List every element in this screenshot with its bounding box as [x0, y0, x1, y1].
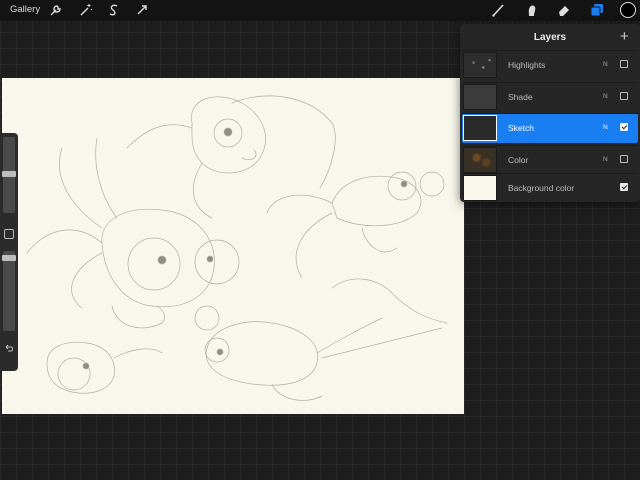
layer-name: Shade	[508, 92, 533, 102]
layer-row-sketch[interactable]: Sketch N	[462, 113, 638, 143]
layer-name: Color	[508, 155, 529, 165]
blend-mode[interactable]: N	[603, 93, 608, 100]
left-sidebar	[0, 133, 18, 371]
layers-icon[interactable]	[589, 2, 605, 18]
layer-name: Sketch	[508, 123, 534, 133]
layer-name: Highlights	[508, 60, 546, 70]
layer-name: Background color	[508, 183, 575, 193]
drawing-canvas[interactable]	[2, 78, 464, 414]
blend-mode[interactable]: N	[603, 156, 608, 163]
brush-icon[interactable]	[490, 2, 506, 18]
top-toolbar: Gallery	[0, 0, 640, 21]
color-swatch[interactable]	[620, 2, 636, 18]
add-layer-button[interactable]: +	[620, 29, 629, 44]
visibility-checkbox[interactable]	[620, 155, 628, 163]
layer-row-color[interactable]: Color N	[462, 145, 638, 175]
visibility-checkbox[interactable]	[620, 60, 628, 68]
visibility-checkbox[interactable]	[620, 183, 628, 191]
selection-s-icon[interactable]	[106, 2, 122, 18]
layer-thumbnail	[463, 115, 497, 141]
eraser-icon[interactable]	[556, 2, 572, 18]
brush-size-slider[interactable]	[2, 137, 16, 213]
layer-thumbnail	[463, 84, 497, 110]
layer-thumbnail	[463, 147, 497, 173]
smudge-icon[interactable]	[524, 2, 540, 18]
blend-mode[interactable]: N	[603, 61, 608, 68]
layers-panel: Layers + Highlights N Shade N Sketch N C…	[460, 24, 640, 202]
undo-icon[interactable]	[3, 341, 15, 353]
layer-row-highlights[interactable]: Highlights N	[462, 50, 638, 80]
goldfish-sketch	[26, 95, 448, 401]
transform-arrow-icon[interactable]	[134, 2, 150, 18]
modify-button[interactable]	[4, 229, 14, 239]
layer-row-shade[interactable]: Shade N	[462, 82, 638, 112]
wrench-icon[interactable]	[48, 2, 64, 18]
layer-thumbnail	[463, 175, 497, 201]
opacity-slider[interactable]	[2, 251, 16, 331]
layers-title: Layers	[533, 32, 567, 43]
magic-wand-icon[interactable]	[78, 2, 94, 18]
gallery-button[interactable]: Gallery	[10, 4, 40, 15]
opacity-thumb[interactable]	[2, 255, 16, 261]
layer-thumbnail	[463, 52, 497, 78]
blend-mode[interactable]: N	[603, 124, 608, 131]
brush-size-thumb[interactable]	[2, 171, 16, 177]
visibility-checkbox[interactable]	[620, 92, 628, 100]
layer-row-background-color[interactable]: Background color	[462, 173, 638, 203]
visibility-checkbox[interactable]	[620, 123, 628, 131]
